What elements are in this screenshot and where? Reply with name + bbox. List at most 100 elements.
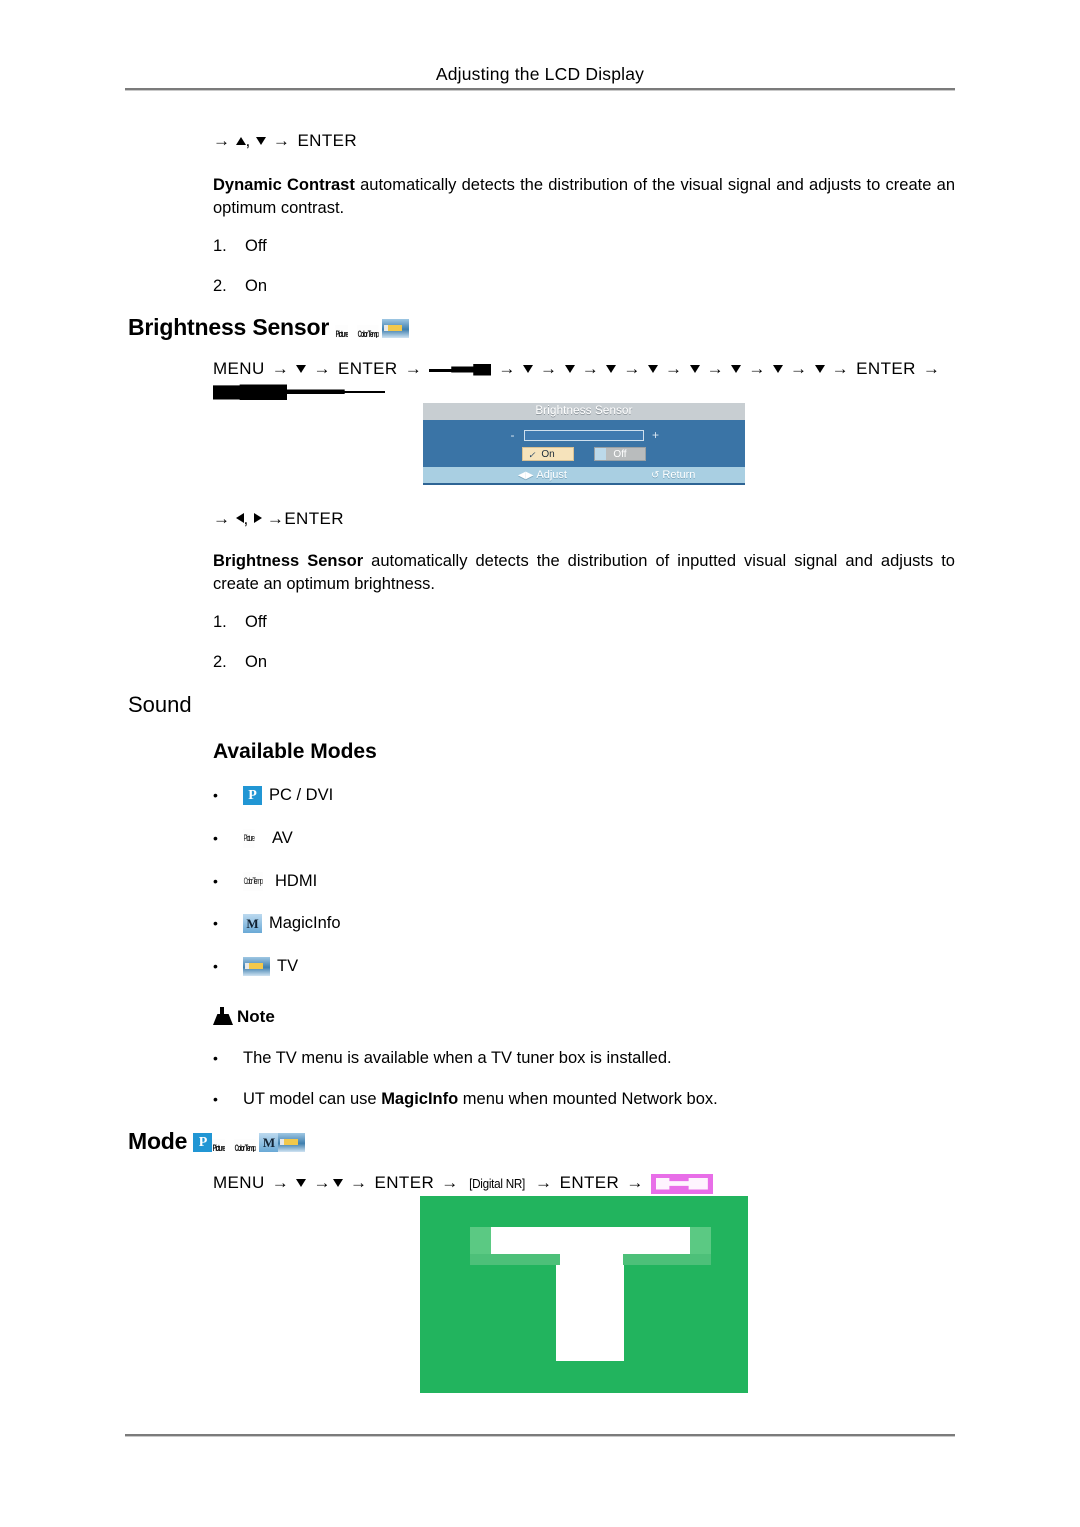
brightness-sensor-term: Brightness Sensor <box>213 552 364 570</box>
arrow-glyph: → <box>748 359 766 378</box>
arrow-glyph: → <box>213 131 231 150</box>
arrow-glyph: → <box>535 1173 553 1192</box>
list-item: 1. Off <box>213 237 267 256</box>
brightness-sensor-description: Brightness Sensor automatically detects … <box>213 550 955 597</box>
triangle-down-icon <box>522 365 533 373</box>
comma-glyph: , <box>243 509 249 528</box>
list-item: 2. On <box>213 277 267 296</box>
list-item-magicinfo: • M MagicInfo <box>213 914 341 934</box>
arrow-glyph: → <box>313 359 331 378</box>
t-shape-vertical <box>556 1227 624 1361</box>
t-bar-left <box>470 1254 560 1265</box>
triangle-down-icon <box>296 365 307 373</box>
enter-label: ENTER <box>374 1173 435 1192</box>
arrow-glyph: → <box>272 131 291 150</box>
footer-rule <box>125 1434 955 1437</box>
note-title: Note <box>237 1007 275 1026</box>
note-text-bold: MagicInfo <box>381 1090 459 1108</box>
adjust-arrows-icon: ◀▶ <box>518 470 534 481</box>
digital-nr-token: [Digital NR] <box>468 1175 525 1191</box>
arrow-glyph: → <box>349 1173 368 1192</box>
osd-slider[interactable] <box>524 429 644 441</box>
enter-label: ENTER <box>297 131 358 150</box>
magicinfo-badge-icon: M <box>243 914 262 934</box>
heading-mode: Mode P Picture Color Temp M <box>128 1128 306 1155</box>
list-item: 2. On <box>213 653 267 672</box>
heading-available-modes: Available Modes <box>213 740 377 763</box>
bullet-glyph: • <box>213 873 218 889</box>
note-list-item: • The TV menu is available when a TV tune… <box>213 1049 672 1068</box>
osd-brightness-sensor-panel: Brightness Sensor - + ✓ On Off ◀▶ Adjust ↺… <box>423 403 745 485</box>
note-text: The TV menu is available when a TV tuner… <box>243 1049 672 1067</box>
tv-badge-icon <box>243 957 270 977</box>
bullet-glyph: • <box>213 1091 218 1107</box>
heading-sound: Sound <box>128 692 192 717</box>
menu-label: MENU <box>213 1173 265 1192</box>
triangle-up-icon <box>235 137 246 145</box>
osd-decrease-button[interactable]: - <box>508 428 517 442</box>
triangle-down-icon <box>255 137 266 145</box>
arrow-glyph: → <box>271 359 290 378</box>
broken-image-icon <box>429 363 491 377</box>
arrow-glyph: → <box>581 359 600 378</box>
arrow-glyph: → <box>922 359 941 378</box>
arrow-glyph: → <box>626 1173 644 1192</box>
arrow-glyph: → <box>623 359 641 378</box>
triangle-down-icon <box>296 1179 307 1187</box>
picture-badge-icon: Picture <box>335 319 358 339</box>
pc-dvi-badge-icon: P <box>243 786 262 806</box>
osd-on-label: On <box>541 449 555 460</box>
list-item-tv: • TV <box>213 957 299 977</box>
note-text-after: menu when mounted Network box. <box>458 1090 718 1108</box>
t-bar-right <box>623 1254 711 1265</box>
osd-button-row: ✓ On Off <box>423 447 745 461</box>
triangle-down-icon <box>814 365 825 373</box>
document-page: Adjusting the LCD Display → , → ENTER Dy… <box>0 0 1080 1527</box>
bullet-glyph: • <box>213 787 218 803</box>
osd-off-label: Off <box>613 449 627 460</box>
osd-adjust-hint: ◀▶ Adjust <box>518 469 567 481</box>
enter-label: ENTER <box>337 359 398 378</box>
tv-badge-icon <box>382 319 410 339</box>
enter-label: ENTER <box>856 359 916 378</box>
color-temp-badge-icon: Color Temp <box>357 319 383 339</box>
brightness-sensor-nav-line-2: → , →ENTER <box>213 508 973 531</box>
dynamic-contrast-nav-line: → , → ENTER <box>213 130 973 153</box>
arrow-glyph: → <box>498 359 516 378</box>
pc-dvi-badge-icon: P <box>193 1133 213 1153</box>
osd-on-button[interactable]: ✓ On <box>522 447 574 461</box>
list-number: 1. <box>213 237 227 255</box>
enter-label: ENTER <box>284 509 344 528</box>
triangle-down-icon <box>772 365 783 373</box>
list-number: 1. <box>213 613 227 631</box>
check-icon: ✓ <box>528 450 536 460</box>
t-accent-left <box>470 1227 491 1254</box>
running-head: Adjusting the LCD Display <box>435 64 645 84</box>
osd-slider-row: - + <box>423 428 745 442</box>
dynamic-contrast-description: Dynamic Contrast automatically detects t… <box>213 174 955 221</box>
list-item: 1. Off <box>213 613 267 632</box>
osd-title: Brightness Sensor <box>423 403 745 420</box>
note-text-before: UT model can use <box>243 1090 382 1108</box>
list-item-av: • Picture AV <box>213 829 293 849</box>
mode-label: AV <box>272 829 293 847</box>
osd-off-button[interactable]: Off <box>594 447 646 461</box>
enter-label: ENTER <box>559 1173 620 1192</box>
arrow-glyph: → <box>404 359 423 378</box>
triangle-down-icon <box>689 365 700 373</box>
mode-nav-line: MENU → → → ENTER → [Digital NR] → ENTER … <box>213 1172 973 1195</box>
brightness-sensor-nav-line: MENU → → ENTER → → → → → → → → → → ENTER… <box>213 358 973 404</box>
note-list-item: • UT model can use MagicInfo menu when mo… <box>213 1090 718 1109</box>
magicinfo-badge-icon: M <box>259 1133 279 1153</box>
bullet-glyph: • <box>213 958 218 974</box>
color-temp-badge-icon: Color Temp <box>234 1133 260 1153</box>
mode-label: TV <box>277 957 299 975</box>
list-item-hdmi: • Color Temp HDMI <box>213 872 318 892</box>
triangle-right-icon <box>253 513 262 523</box>
osd-increase-button[interactable]: + <box>651 428 660 442</box>
list-number: 2. <box>213 277 227 295</box>
note-icon <box>213 1007 233 1025</box>
arrow-glyph: → <box>665 359 683 378</box>
triangle-down-icon <box>647 365 658 373</box>
mode-label: HDMI <box>275 872 318 890</box>
